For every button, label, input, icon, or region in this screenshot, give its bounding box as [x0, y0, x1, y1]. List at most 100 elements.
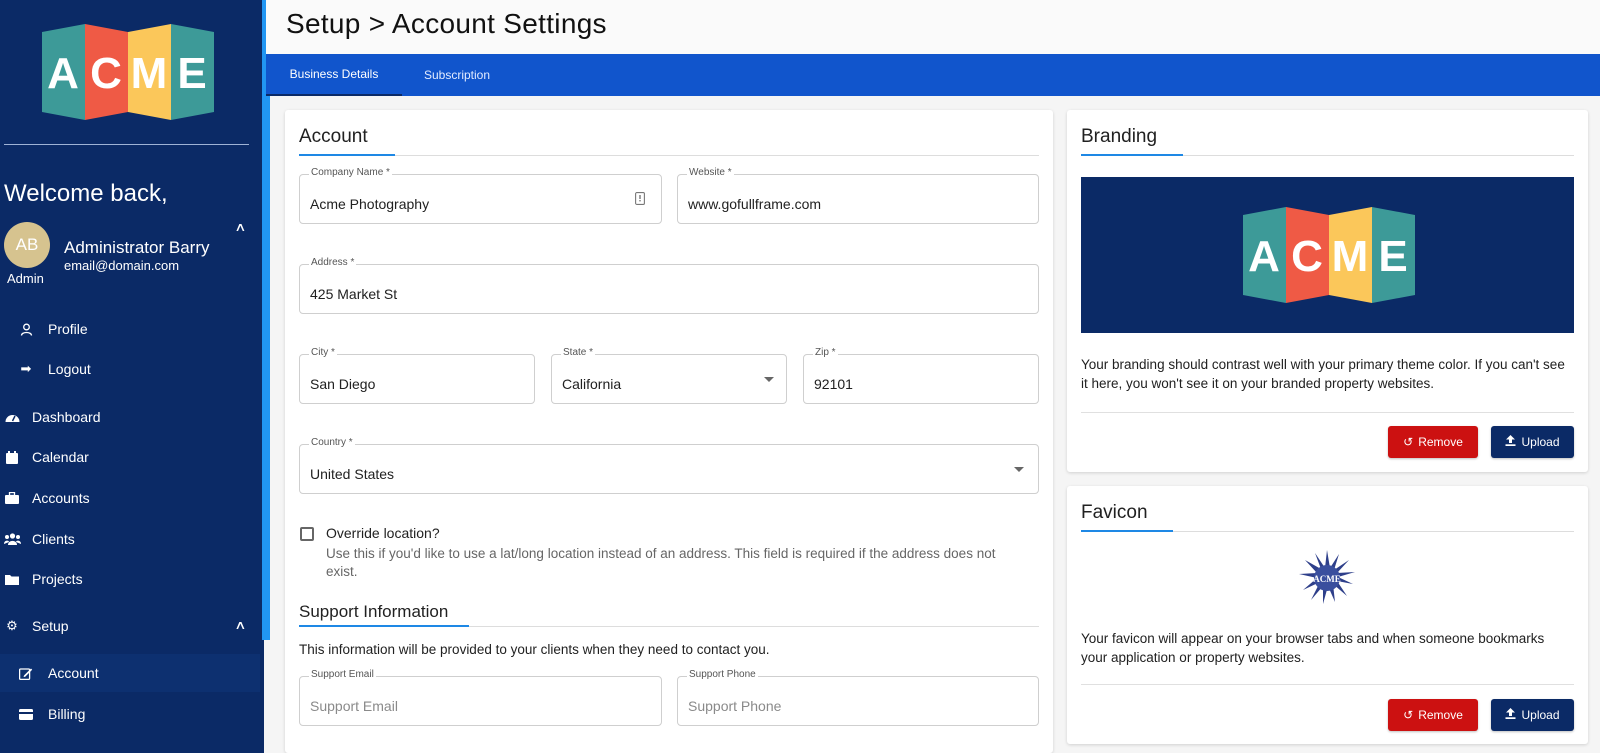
- address-value: 425 Market St: [310, 286, 398, 302]
- user-icon: [14, 323, 38, 336]
- branding-letter-c: C: [1291, 232, 1323, 281]
- branding-upload-button[interactable]: Upload: [1491, 426, 1574, 458]
- state-select[interactable]: State * California: [551, 347, 787, 404]
- favicon-section-title: Favicon: [1081, 502, 1148, 523]
- city-value: San Diego: [310, 376, 376, 392]
- logo-letter-m: M: [131, 49, 168, 98]
- sidebar-item-setup[interactable]: ⚙ Setup: [0, 607, 260, 645]
- sidebar-item-billing[interactable]: Billing: [0, 695, 260, 733]
- credit-card-icon: [14, 708, 38, 720]
- city-label: City *: [309, 347, 337, 358]
- company-name-field[interactable]: Company Name * Acme Photography: [299, 167, 662, 224]
- override-location-label[interactable]: Override location?: [326, 525, 440, 541]
- country-label: Country *: [309, 437, 355, 448]
- account-section-divider: [299, 154, 1039, 156]
- sidebar-item-clients[interactable]: Clients: [0, 520, 260, 558]
- favicon-remove-button[interactable]: ↺ Remove: [1388, 699, 1478, 731]
- website-value: www.gofullframe.com: [688, 196, 822, 212]
- user-email: email@domain.com: [64, 258, 180, 273]
- chevron-up-icon[interactable]: ∧: [234, 618, 246, 632]
- favicon-upload-button[interactable]: Upload: [1491, 699, 1574, 731]
- address-label: Address *: [309, 257, 357, 268]
- users-icon: [0, 533, 24, 545]
- branding-upload-label: Upload: [1521, 435, 1560, 449]
- autofill-icon[interactable]: [635, 192, 645, 208]
- sidebar-divider: [4, 144, 249, 145]
- tab-business-details[interactable]: Business Details: [266, 54, 402, 96]
- sidebar-item-label: Dashboard: [32, 409, 101, 425]
- country-select[interactable]: Country * United States: [299, 437, 1039, 494]
- sidebar-item-label: Logout: [48, 361, 91, 377]
- support-description: This information will be provided to you…: [299, 642, 770, 657]
- avatar[interactable]: AB: [4, 222, 50, 268]
- sidebar-item-calendar[interactable]: Calendar: [0, 438, 260, 476]
- sidebar-item-label: Account: [48, 665, 99, 681]
- sidebar-item-label: Projects: [32, 571, 83, 587]
- logo-letter-a: A: [47, 49, 79, 98]
- logout-icon: ➡: [20, 361, 32, 376]
- zip-field[interactable]: Zip * 92101: [803, 347, 1039, 404]
- page-header: Setup > Account Settings: [266, 0, 1600, 54]
- support-section-divider: [299, 625, 1039, 627]
- user-name: Administrator Barry: [64, 238, 210, 257]
- branding-remove-label: Remove: [1418, 435, 1463, 449]
- favicon-section-divider: [1081, 530, 1574, 532]
- sidebar-item-accounts[interactable]: Accounts: [0, 479, 260, 517]
- chevron-down-icon[interactable]: [764, 377, 774, 382]
- acme-logo[interactable]: A C M E: [42, 24, 214, 120]
- branding-letter-a: A: [1248, 232, 1280, 281]
- state-value: California: [562, 376, 622, 392]
- sidebar-item-logout[interactable]: ➡ Logout: [0, 350, 260, 388]
- address-field[interactable]: Address * 425 Market St: [299, 257, 1039, 314]
- zip-label: Zip *: [813, 347, 838, 358]
- briefcase-icon: [0, 492, 24, 504]
- support-phone-label: Support Phone: [687, 669, 758, 680]
- chevron-down-icon[interactable]: [1014, 467, 1024, 472]
- undo-icon: ↺: [1403, 435, 1414, 449]
- branding-logo-image: A C M E: [1243, 207, 1415, 303]
- sidebar: A C M E Welcome back, AB Admin Administr…: [0, 0, 264, 753]
- country-value: United States: [310, 466, 395, 482]
- favicon-description: Your favicon will appear on your browser…: [1081, 631, 1545, 665]
- company-name-value: Acme Photography: [310, 196, 430, 212]
- user-role: Admin: [7, 271, 44, 286]
- welcome-text: Welcome back,: [4, 180, 168, 207]
- branding-preview: A C M E: [1081, 177, 1574, 333]
- sidebar-scrollbar[interactable]: [262, 0, 270, 640]
- company-name-label: Company Name *: [309, 167, 392, 178]
- upload-icon: [1505, 708, 1516, 722]
- dashboard-icon: [0, 411, 24, 423]
- favicon-card-divider: [1081, 684, 1574, 685]
- support-phone-placeholder: Support Phone: [688, 698, 782, 714]
- sidebar-item-label: Accounts: [32, 490, 90, 506]
- sidebar-item-account[interactable]: Account: [0, 654, 260, 692]
- support-email-label: Support Email: [309, 669, 376, 680]
- sidebar-item-label: Setup: [32, 618, 69, 634]
- chevron-up-icon[interactable]: ∧: [234, 220, 246, 234]
- sidebar-item-label: Profile: [48, 321, 88, 337]
- support-phone-field[interactable]: Support Phone Support Phone: [677, 669, 1039, 726]
- account-section-title: Account: [299, 126, 368, 147]
- sidebar-item-label: Clients: [32, 531, 75, 547]
- branding-description: Your branding should contrast well with …: [1081, 357, 1565, 391]
- logo-letter-e: E: [177, 49, 206, 98]
- tab-subscription[interactable]: Subscription: [402, 54, 512, 96]
- calendar-icon: [0, 450, 24, 464]
- logo-letter-c: C: [90, 49, 122, 98]
- sidebar-item-profile[interactable]: Profile: [0, 310, 260, 348]
- city-field[interactable]: City * San Diego: [299, 347, 535, 404]
- support-email-field[interactable]: Support Email Support Email: [299, 669, 662, 726]
- gear-icon: ⚙: [6, 618, 18, 633]
- branding-section-divider: [1081, 154, 1574, 156]
- tab-bar: Business Details Subscription: [266, 54, 1600, 96]
- sidebar-item-dashboard[interactable]: Dashboard: [0, 398, 260, 436]
- website-field[interactable]: Website * www.gofullframe.com: [677, 167, 1039, 224]
- branding-remove-button[interactable]: ↺ Remove: [1388, 426, 1478, 458]
- favicon-badge-text: ACME: [1313, 574, 1341, 584]
- favicon-remove-label: Remove: [1418, 708, 1463, 722]
- sidebar-item-projects[interactable]: Projects: [0, 560, 260, 598]
- undo-icon: ↺: [1403, 708, 1414, 722]
- support-email-placeholder: Support Email: [310, 698, 398, 714]
- website-label: Website *: [687, 167, 734, 178]
- override-location-checkbox[interactable]: [300, 527, 314, 541]
